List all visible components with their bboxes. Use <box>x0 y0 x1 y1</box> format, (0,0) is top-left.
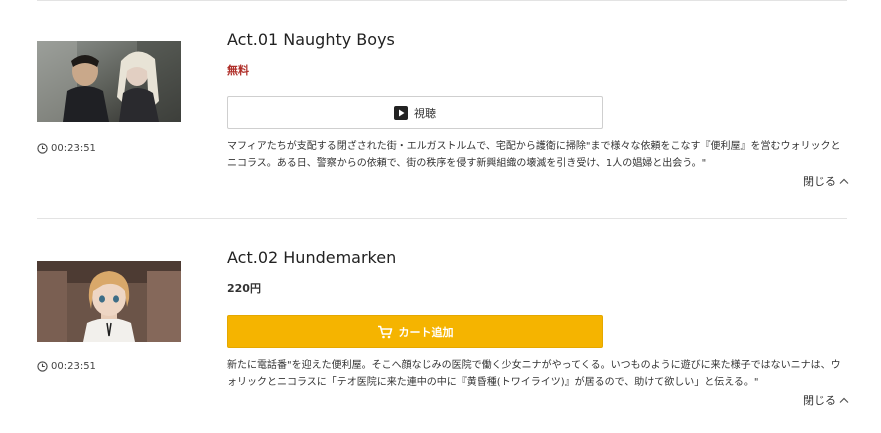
episode-thumbnail-image <box>37 261 181 342</box>
duration-text: 00:23:51 <box>51 361 96 372</box>
episode-price: 220円 <box>227 282 261 295</box>
add-to-cart-label: カート追加 <box>398 325 454 339</box>
cart-icon <box>377 325 392 338</box>
clock-icon <box>37 361 48 372</box>
episode-duration: 00:23:51 <box>37 361 96 372</box>
episode-item: 00:23:51 Act.02 Hundemarken 220円 カート追加 新… <box>0 0 881 433</box>
episode-list: 00:23:51 Act.01 Naughty Boys 無料 視聴 マフィアた… <box>0 0 881 433</box>
episode-title[interactable]: Act.02 Hundemarken <box>227 248 396 267</box>
add-to-cart-button[interactable]: カート追加 <box>227 315 603 348</box>
chevron-up-icon <box>839 397 849 403</box>
collapse-button[interactable]: 閉じる <box>803 392 849 408</box>
episode-description: 新たに電話番"を迎えた便利屋。そこへ顔なじみの医院で働く少女ニナがやってくる。い… <box>227 360 841 388</box>
collapse-label: 閉じる <box>803 394 836 407</box>
episode-thumbnail[interactable] <box>37 261 181 342</box>
